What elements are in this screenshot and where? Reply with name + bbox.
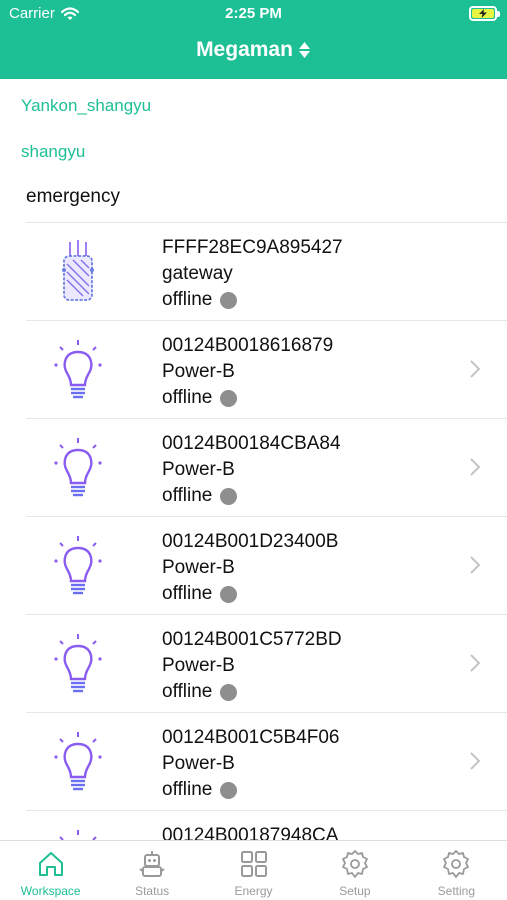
chevron-right-icon[interactable]	[469, 751, 481, 771]
clock: 2:25 PM	[225, 5, 282, 22]
grid-icon	[240, 851, 267, 877]
tab-label: Status	[135, 884, 170, 898]
device-id: 00124B001C5772BD	[162, 629, 342, 650]
device-id: 00124B0018616879	[162, 335, 334, 356]
tab-label: Energy	[234, 884, 273, 898]
group-title: emergency	[26, 186, 120, 207]
device-id: 00124B00187948CA	[162, 825, 339, 840]
breadcrumb-project[interactable]: Yankon_shangyu	[21, 96, 151, 116]
device-status: offline	[162, 681, 213, 702]
device-status: offline	[162, 387, 213, 408]
device-row: FFFF28EC9A895427 gateway offline	[26, 222, 507, 320]
status-bar: Carrier 2:25 PM	[0, 0, 507, 28]
battery-icon	[469, 6, 500, 21]
device-type: Power-B	[162, 655, 235, 676]
device-status: offline	[162, 289, 213, 310]
gateway-icon	[62, 240, 94, 301]
tab-energy[interactable]: Energy	[203, 841, 304, 900]
device-type: Power-B	[162, 557, 235, 578]
device-status: offline	[162, 485, 213, 506]
status-indicator	[220, 487, 238, 505]
breadcrumb-site[interactable]: shangyu	[21, 142, 85, 162]
device-id: 00124B001D23400B	[162, 531, 339, 552]
bulb-icon	[54, 438, 102, 497]
device-row[interactable]: 00124B00187948CA	[26, 810, 507, 840]
device-row[interactable]: 00124B001C5772BD Power-B offline	[26, 614, 507, 712]
tab-setup[interactable]: Setup	[304, 841, 405, 900]
status-indicator	[220, 389, 238, 407]
page-title: Megaman	[196, 38, 293, 61]
tab-label: Workspace	[20, 884, 81, 898]
workspace-selector[interactable]: Megaman	[0, 38, 507, 62]
app-header: Carrier 2:25 PM Megaman	[0, 0, 507, 79]
bulb-icon	[54, 536, 102, 595]
gear-icon	[342, 850, 368, 878]
device-row[interactable]: 00124B001C5B4F06 Power-B offline	[26, 712, 507, 810]
device-list: FFFF28EC9A895427 gateway offline 00124B0…	[0, 222, 507, 840]
status-indicator	[220, 683, 238, 701]
status-indicator	[220, 781, 238, 799]
home-icon	[38, 852, 63, 876]
chevron-right-icon[interactable]	[469, 653, 481, 673]
device-row[interactable]: 00124B0018616879 Power-B offline	[26, 320, 507, 418]
device-status: offline	[162, 583, 213, 604]
device-id: 00124B00184CBA84	[162, 433, 341, 454]
tab-workspace[interactable]: Workspace	[0, 841, 101, 900]
tab-setting[interactable]: Setting	[406, 841, 507, 900]
device-type: Power-B	[162, 459, 235, 480]
device-type: gateway	[162, 263, 233, 284]
tab-label: Setup	[339, 884, 371, 898]
chevron-right-icon[interactable]	[469, 457, 481, 477]
device-id: 00124B001C5B4F06	[162, 727, 340, 748]
device-row[interactable]: 00124B001D23400B Power-B offline	[26, 516, 507, 614]
device-status: offline	[162, 779, 213, 800]
chevron-right-icon[interactable]	[469, 359, 481, 379]
tab-label: Setting	[437, 884, 475, 898]
device-type: Power-B	[162, 361, 235, 382]
gear-icon	[443, 850, 470, 878]
status-indicator	[220, 585, 238, 603]
device-row[interactable]: 00124B00184CBA84 Power-B offline	[26, 418, 507, 516]
tab-bar: Workspace Status Energy Setup Setting	[0, 840, 507, 900]
chevron-right-icon[interactable]	[469, 555, 481, 575]
robot-icon	[139, 851, 165, 877]
bulb-icon	[59, 830, 97, 840]
status-indicator	[220, 291, 238, 309]
bulb-icon	[54, 340, 102, 399]
sort-toggle-icon	[298, 42, 310, 58]
charging-bolt-icon	[479, 9, 487, 18]
bulb-icon	[54, 732, 102, 791]
device-type: Power-B	[162, 753, 235, 774]
device-id: FFFF28EC9A895427	[162, 237, 343, 258]
bulb-icon	[54, 634, 102, 693]
tab-status[interactable]: Status	[101, 841, 202, 900]
